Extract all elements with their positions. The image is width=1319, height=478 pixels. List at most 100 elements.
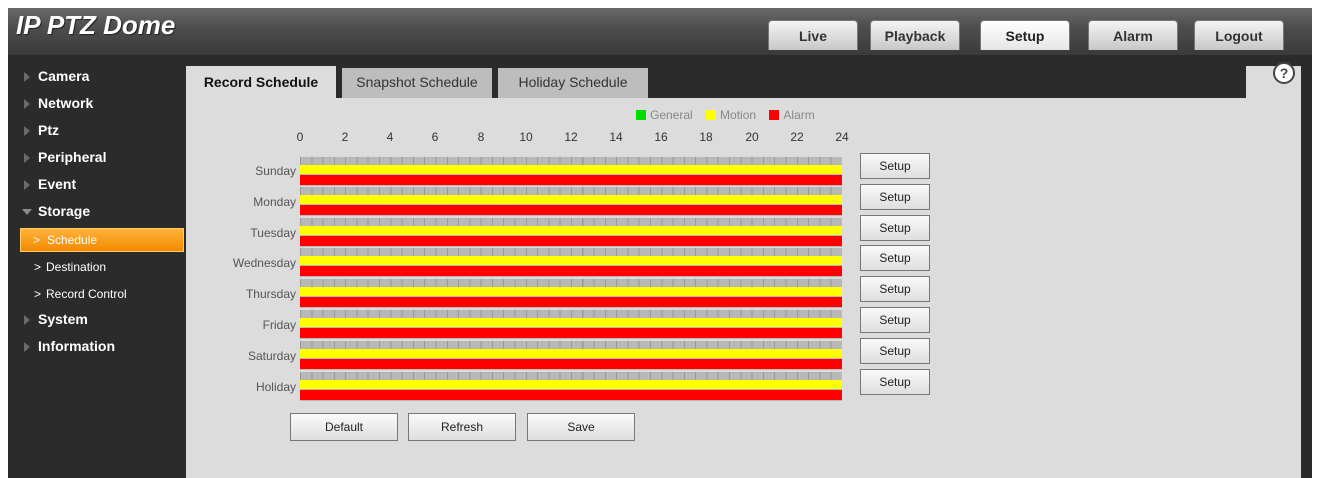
sidebar-item-storage[interactable]: Storage xyxy=(8,201,186,228)
motion-segment xyxy=(300,165,842,174)
sidebar-item-camera[interactable]: Camera xyxy=(8,66,186,93)
app-logo: IP PTZ Dome xyxy=(16,10,176,40)
sidebar-item-label: Network xyxy=(38,95,94,111)
legend-alarm: Alarm xyxy=(769,108,815,122)
motion-segment xyxy=(300,256,842,265)
collapsed-arrow-icon xyxy=(24,153,30,163)
tab-holiday-schedule[interactable]: Holiday Schedule xyxy=(498,68,648,98)
legend-motion: Motion xyxy=(706,108,756,122)
green-swatch-icon xyxy=(636,110,646,120)
tab-record-schedule[interactable]: Record Schedule xyxy=(186,66,336,98)
collapsed-arrow-icon xyxy=(24,315,30,325)
motion-segment xyxy=(300,195,842,204)
schedule-bar-tuesday[interactable] xyxy=(300,218,842,247)
sidebar-menu: Camera Network Ptz Peripheral Event Stor… xyxy=(8,66,186,363)
sidebar-subitem-label: Schedule xyxy=(47,233,98,247)
collapsed-arrow-icon xyxy=(24,126,30,136)
hour-label: 6 xyxy=(431,130,439,144)
day-label-sunday: Sunday xyxy=(255,164,296,178)
schedule-bar-sunday[interactable] xyxy=(300,157,842,186)
schedule-bar-holiday[interactable] xyxy=(300,372,842,401)
legend-label: Motion xyxy=(720,108,757,122)
day-label-monday: Monday xyxy=(253,195,296,209)
sidebar-subitem-schedule[interactable]: > Schedule xyxy=(20,228,184,252)
hour-label: 24 xyxy=(835,130,849,144)
legend-general: General xyxy=(636,108,693,122)
alarm-segment xyxy=(300,236,842,246)
hour-label: 14 xyxy=(609,130,623,144)
schedule-bar-friday[interactable] xyxy=(300,310,842,339)
day-label-tuesday: Tuesday xyxy=(250,226,296,240)
schedule-tabs: Record Schedule Snapshot Schedule Holida… xyxy=(186,66,1246,98)
app-window: IP PTZ Dome Live Playback Setup Alarm Lo… xyxy=(8,8,1312,478)
help-icon[interactable]: ? xyxy=(1273,62,1295,84)
hour-label: 4 xyxy=(386,130,394,144)
top-bar: IP PTZ Dome Live Playback Setup Alarm Lo… xyxy=(8,8,1312,55)
alarm-segment xyxy=(300,390,842,400)
sidebar-item-event[interactable]: Event xyxy=(8,174,186,201)
sidebar-item-system[interactable]: System xyxy=(8,309,186,336)
setup-button-friday[interactable]: Setup xyxy=(860,307,930,333)
alarm-segment xyxy=(300,359,842,369)
schedule-bar-monday[interactable] xyxy=(300,187,842,216)
alarm-segment xyxy=(300,328,842,338)
sidebar-subitem-destination[interactable]: > Destination xyxy=(8,255,186,282)
expanded-arrow-icon xyxy=(22,209,32,215)
setup-button-saturday[interactable]: Setup xyxy=(860,338,930,364)
collapsed-arrow-icon xyxy=(24,99,30,109)
motion-segment xyxy=(300,318,842,327)
collapsed-arrow-icon xyxy=(24,72,30,82)
motion-segment xyxy=(300,380,842,389)
day-label-wednesday: Wednesday xyxy=(232,256,296,270)
hour-label: 22 xyxy=(790,130,804,144)
legend-label: General xyxy=(650,108,693,122)
setup-button-wednesday[interactable]: Setup xyxy=(860,245,930,271)
schedule-bar-wednesday[interactable] xyxy=(300,248,842,277)
nav-tab-playback[interactable]: Playback xyxy=(870,20,960,50)
hour-label: 12 xyxy=(564,130,578,144)
sidebar-item-peripheral[interactable]: Peripheral xyxy=(8,147,186,174)
sidebar-subitem-label: Record Control xyxy=(46,287,127,301)
sidebar-item-label: Camera xyxy=(38,68,90,84)
chevron-right-icon: > xyxy=(33,233,41,247)
collapsed-arrow-icon xyxy=(24,180,30,190)
hour-label: 2 xyxy=(341,130,349,144)
schedule-bar-thursday[interactable] xyxy=(300,279,842,308)
setup-button-sunday[interactable]: Setup xyxy=(860,153,930,179)
alarm-segment xyxy=(300,205,842,215)
yellow-swatch-icon xyxy=(706,110,717,120)
motion-segment xyxy=(300,226,842,235)
default-button[interactable]: Default xyxy=(290,413,398,441)
sidebar-item-network[interactable]: Network xyxy=(8,93,186,120)
save-button[interactable]: Save xyxy=(527,413,635,441)
chevron-right-icon: > xyxy=(34,287,42,301)
alarm-segment xyxy=(300,175,842,185)
motion-segment xyxy=(300,349,842,358)
day-label-holiday: Holiday xyxy=(255,380,296,394)
hour-label: 16 xyxy=(654,130,668,144)
alarm-segment xyxy=(300,297,842,307)
nav-tab-logout[interactable]: Logout xyxy=(1194,20,1284,50)
nav-tab-live[interactable]: Live xyxy=(768,20,858,50)
hour-scale: 0 2 4 6 8 10 12 14 16 18 20 22 24 xyxy=(186,130,849,146)
tab-snapshot-schedule[interactable]: Snapshot Schedule xyxy=(342,68,492,98)
legend: General Motion Alarm xyxy=(636,108,825,122)
sidebar-subitem-record-control[interactable]: > Record Control xyxy=(8,282,186,309)
refresh-button[interactable]: Refresh xyxy=(408,413,516,441)
schedule-bar-saturday[interactable] xyxy=(300,341,842,370)
setup-button-thursday[interactable]: Setup xyxy=(860,276,930,302)
hour-label: 8 xyxy=(477,130,485,144)
sidebar-item-label: Ptz xyxy=(38,122,59,138)
sidebar-item-label: System xyxy=(38,311,88,327)
nav-tab-alarm[interactable]: Alarm xyxy=(1088,20,1178,50)
nav-tab-setup[interactable]: Setup xyxy=(980,20,1070,50)
alarm-segment xyxy=(300,266,842,276)
setup-button-monday[interactable]: Setup xyxy=(860,184,930,210)
red-swatch-icon xyxy=(769,110,780,120)
hour-label: 18 xyxy=(699,130,713,144)
day-label-friday: Friday xyxy=(262,318,296,332)
setup-button-tuesday[interactable]: Setup xyxy=(860,215,930,241)
sidebar-item-information[interactable]: Information xyxy=(8,336,186,363)
setup-button-holiday[interactable]: Setup xyxy=(860,369,930,395)
sidebar-item-ptz[interactable]: Ptz xyxy=(8,120,186,147)
